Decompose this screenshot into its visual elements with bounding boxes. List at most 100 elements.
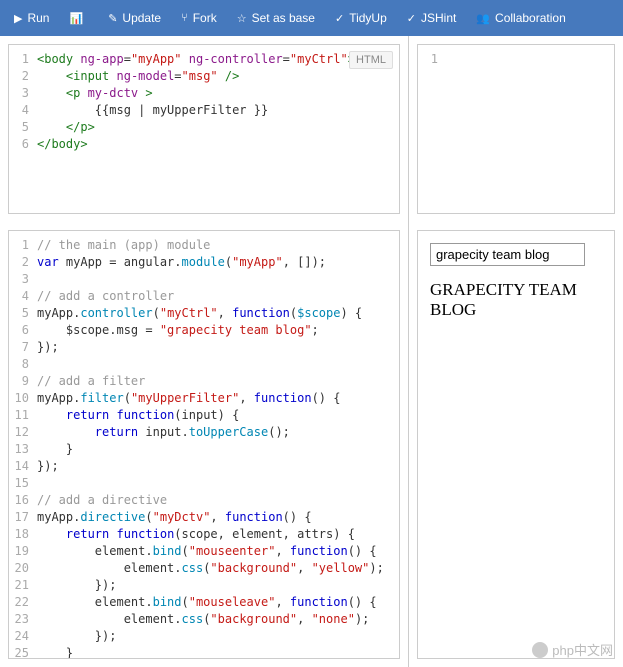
code-line[interactable]: 16// add a directive xyxy=(9,492,399,509)
line-number: 5 xyxy=(9,305,37,322)
code-line[interactable]: 2 <input ng-model="msg" /> xyxy=(9,68,399,85)
main-area: HTML 1<body ng-app="myApp" ng-controller… xyxy=(0,36,623,667)
html-code[interactable]: 1<body ng-app="myApp" ng-controller="myC… xyxy=(9,45,399,159)
code-line[interactable]: 3 <p my-dctv > xyxy=(9,85,399,102)
jshint-button[interactable]: ✓JSHint xyxy=(397,0,467,36)
code-line[interactable]: 17myApp.directive("myDctv", function() { xyxy=(9,509,399,526)
tidyup-button[interactable]: ✓TidyUp xyxy=(325,0,397,36)
fork-button[interactable]: ⑂Fork xyxy=(171,0,227,36)
line-number: 13 xyxy=(9,441,37,458)
run-button-label: Run xyxy=(27,11,49,25)
code-content: } xyxy=(37,645,73,659)
html-pane[interactable]: HTML 1<body ng-app="myApp" ng-controller… xyxy=(8,44,400,214)
js-code[interactable]: 1// the main (app) module2var myApp = an… xyxy=(9,231,399,659)
code-line[interactable]: 9// add a filter xyxy=(9,373,399,390)
line-number: 5 xyxy=(9,119,37,136)
line-number: 21 xyxy=(9,577,37,594)
code-line[interactable]: 4 {{msg | myUpperFilter }} xyxy=(9,102,399,119)
line-number: 10 xyxy=(9,390,37,407)
code-content: element.bind("mouseleave", function() { xyxy=(37,594,377,611)
code-line[interactable]: 1<body ng-app="myApp" ng-controller="myC… xyxy=(9,51,399,68)
result-input[interactable] xyxy=(430,243,585,266)
code-line[interactable]: 20 element.css("background", "yellow"); xyxy=(9,560,399,577)
code-content: myApp.controller("myCtrl", function($sco… xyxy=(37,305,362,322)
update-button-label: Update xyxy=(122,11,161,25)
code-content: <body ng-app="myApp" ng-controller="myCt… xyxy=(37,51,355,68)
setbase-button-icon: ☆ xyxy=(237,12,247,25)
collaboration-button-icon: 👥 xyxy=(476,12,490,25)
code-content: }); xyxy=(37,339,59,356)
code-line[interactable]: 19 element.bind("mouseenter", function()… xyxy=(9,543,399,560)
code-content: $scope.msg = "grapecity team blog"; xyxy=(37,322,319,339)
css-code[interactable]: 1 xyxy=(418,45,614,74)
code-line[interactable]: 7}); xyxy=(9,339,399,356)
code-line[interactable]: 4// add a controller xyxy=(9,288,399,305)
line-number: 8 xyxy=(9,356,37,373)
code-line[interactable]: 6 $scope.msg = "grapecity team blog"; xyxy=(9,322,399,339)
line-number: 4 xyxy=(9,102,37,119)
code-line[interactable]: 22 element.bind("mouseleave", function()… xyxy=(9,594,399,611)
code-line[interactable]: 12 return input.toUpperCase(); xyxy=(9,424,399,441)
code-content: element.css("background", "none"); xyxy=(37,611,369,628)
line-number: 12 xyxy=(9,424,37,441)
left-column: HTML 1<body ng-app="myApp" ng-controller… xyxy=(0,36,408,667)
code-line[interactable]: 11 return function(input) { xyxy=(9,407,399,424)
code-line[interactable]: 23 element.css("background", "none"); xyxy=(9,611,399,628)
code-content: // the main (app) module xyxy=(37,237,210,254)
code-line[interactable]: 14}); xyxy=(9,458,399,475)
line-number: 3 xyxy=(9,85,37,102)
line-number: 1 xyxy=(9,237,37,254)
code-line[interactable]: 3 xyxy=(9,271,399,288)
run-button[interactable]: ▶ Run xyxy=(4,0,59,36)
code-content: </p> xyxy=(37,119,95,136)
line-number: 19 xyxy=(9,543,37,560)
code-line[interactable]: 8 xyxy=(9,356,399,373)
code-line[interactable]: 1// the main (app) module xyxy=(9,237,399,254)
code-line[interactable]: 13 } xyxy=(9,441,399,458)
watermark-text: php中文网 xyxy=(552,640,613,659)
code-line[interactable]: 25 } xyxy=(9,645,399,659)
code-line[interactable]: 5myApp.controller("myCtrl", function($sc… xyxy=(9,305,399,322)
code-line[interactable]: 2var myApp = angular.module("myApp", [])… xyxy=(9,254,399,271)
css-pane[interactable]: 1 xyxy=(417,44,615,214)
line-number: 2 xyxy=(9,254,37,271)
stats-button[interactable]: 📊 xyxy=(59,0,98,36)
line-number: 16 xyxy=(9,492,37,509)
collaboration-button-label: Collaboration xyxy=(495,11,566,25)
line-number: 24 xyxy=(9,628,37,645)
code-content: </body> xyxy=(37,136,88,153)
code-content: <p my-dctv > xyxy=(37,85,153,102)
code-content: {{msg | myUpperFilter }} xyxy=(37,102,268,119)
line-number: 3 xyxy=(9,271,37,288)
code-line[interactable]: 15 xyxy=(9,475,399,492)
collaboration-button[interactable]: 👥 Collaboration xyxy=(466,0,575,36)
code-content: myApp.directive("myDctv", function() { xyxy=(37,509,312,526)
line-number: 1 xyxy=(9,51,37,68)
fork-button-label: Fork xyxy=(193,11,217,25)
code-line[interactable]: 21 }); xyxy=(9,577,399,594)
code-line[interactable]: 6</body> xyxy=(9,136,399,153)
code-line[interactable]: 10myApp.filter("myUpperFilter", function… xyxy=(9,390,399,407)
line-number: 17 xyxy=(9,509,37,526)
run-button-icon: ▶ xyxy=(14,12,22,25)
line-number: 20 xyxy=(9,560,37,577)
tidyup-button-icon: ✓ xyxy=(335,12,344,25)
code-line[interactable]: 5 </p> xyxy=(9,119,399,136)
code-content: // add a filter xyxy=(37,373,145,390)
code-line[interactable]: 24 }); xyxy=(9,628,399,645)
update-button-icon: ✎ xyxy=(108,12,117,25)
right-column: 1 GRAPECITY TEAM BLOG xyxy=(408,36,623,667)
line-number: 18 xyxy=(9,526,37,543)
update-button[interactable]: ✎ Update xyxy=(98,0,171,36)
setbase-button[interactable]: ☆ Set as base xyxy=(227,0,325,36)
code-content: // add a directive xyxy=(37,492,167,509)
code-content: }); xyxy=(37,577,116,594)
code-content: element.css("background", "yellow"); xyxy=(37,560,384,577)
js-pane[interactable]: 1// the main (app) module2var myApp = an… xyxy=(8,230,400,659)
setbase-button-label: Set as base xyxy=(252,11,315,25)
line-number: 14 xyxy=(9,458,37,475)
line-number: 2 xyxy=(9,68,37,85)
code-line[interactable]: 18 return function(scope, element, attrs… xyxy=(9,526,399,543)
line-number: 9 xyxy=(9,373,37,390)
line-number: 15 xyxy=(9,475,37,492)
